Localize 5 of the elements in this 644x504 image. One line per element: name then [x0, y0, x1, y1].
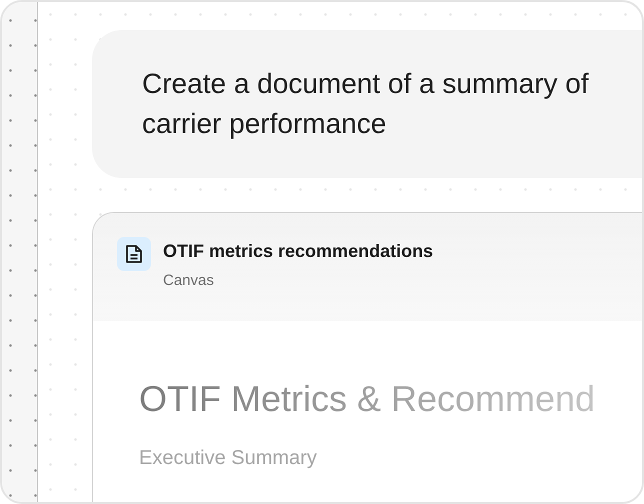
section-heading: Executive Summary: [139, 446, 317, 471]
document-icon: [117, 237, 151, 271]
canvas-title: OTIF metrics recommendations: [163, 240, 434, 262]
canvas-subtitle: Canvas: [163, 272, 215, 290]
prompt-text: Create a document of a summary of carrier performance: [142, 67, 590, 141]
